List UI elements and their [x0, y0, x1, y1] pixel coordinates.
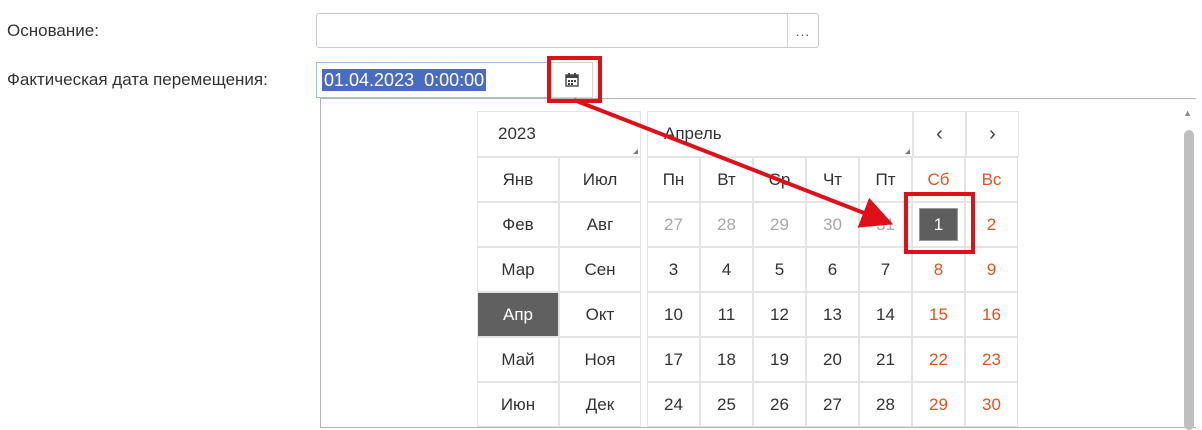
weekday-header: Пн [647, 157, 700, 202]
day-cell[interactable]: 11 [700, 292, 753, 337]
weekday-header: Сб [912, 157, 965, 202]
month-cell[interactable]: Фев [477, 202, 559, 247]
month-cell[interactable]: Окт [559, 292, 641, 337]
day-cell[interactable]: 28 [859, 382, 912, 427]
day-cell[interactable]: 28 [700, 202, 753, 247]
day-cell[interactable]: 21 [859, 337, 912, 382]
day-cell[interactable]: 16 [965, 292, 1018, 337]
day-cell[interactable]: 7 [859, 247, 912, 292]
weekday-header: Вт [700, 157, 753, 202]
day-cell[interactable]: 20 [806, 337, 859, 382]
date-value: 01.04.2023 0:00:00 [322, 69, 487, 91]
day-cell-selected[interactable]: 1 [912, 202, 965, 247]
chevron-left-icon: ‹ [936, 122, 943, 145]
day-cell[interactable]: 27 [806, 382, 859, 427]
day-cell[interactable]: 18 [700, 337, 753, 382]
scroll-up-icon[interactable]: ▲ [1183, 108, 1192, 118]
day-cell[interactable]: 29 [753, 202, 806, 247]
day-cell[interactable]: 17 [647, 337, 700, 382]
month-cell[interactable]: Мар [477, 247, 559, 292]
weekday-header: Чт [806, 157, 859, 202]
day-cell[interactable]: 19 [753, 337, 806, 382]
day-cell[interactable]: 8 [912, 247, 965, 292]
month-cell[interactable]: Июл [559, 157, 641, 202]
year-value: 2023 [498, 124, 536, 143]
calendar-button[interactable] [551, 62, 593, 98]
day-cell[interactable]: 22 [912, 337, 965, 382]
calendar-icon [565, 73, 579, 87]
day-cell[interactable]: 24 [647, 382, 700, 427]
year-selector[interactable]: 2023 [477, 111, 641, 157]
day-cell[interactable]: 27 [647, 202, 700, 247]
day-cell[interactable]: 2 [965, 202, 1018, 247]
weekday-header: Пт [859, 157, 912, 202]
month-cell[interactable]: Дек [559, 382, 641, 427]
day-cell[interactable]: 15 [912, 292, 965, 337]
day-cell[interactable]: 10 [647, 292, 700, 337]
weekday-header: Ср [753, 157, 806, 202]
day-cell[interactable]: 13 [806, 292, 859, 337]
year-dropdown-icon [633, 149, 638, 154]
day-cell[interactable]: 25 [700, 382, 753, 427]
day-cell[interactable]: 14 [859, 292, 912, 337]
month-cell[interactable]: Ноя [559, 337, 641, 382]
day-cell[interactable]: 5 [753, 247, 806, 292]
day-cell[interactable]: 30 [965, 382, 1018, 427]
day-cell[interactable]: 3 [647, 247, 700, 292]
day-cell[interactable]: 26 [753, 382, 806, 427]
day-cell[interactable]: 23 [965, 337, 1018, 382]
date-input[interactable]: 01.04.2023 0:00:00 [316, 62, 550, 98]
prev-month-button[interactable]: ‹ [913, 111, 966, 157]
month-cell[interactable]: Май [477, 337, 559, 382]
basis-label: Основание: [7, 21, 99, 40]
month-selector[interactable]: Апрель [647, 111, 913, 157]
day-cell[interactable]: 4 [700, 247, 753, 292]
day-cell[interactable]: 29 [912, 382, 965, 427]
month-cell[interactable]: Авг [559, 202, 641, 247]
day-cell[interactable]: 12 [753, 292, 806, 337]
next-month-button[interactable]: › [966, 111, 1019, 157]
month-cell[interactable]: Апр [477, 292, 559, 337]
month-cell[interactable]: Сен [559, 247, 641, 292]
day-cell[interactable]: 31 [859, 202, 912, 247]
day-cell[interactable]: 30 [806, 202, 859, 247]
weekday-header: Вс [965, 157, 1018, 202]
day-label: 1 [933, 214, 944, 234]
scrollbar-thumb[interactable] [1184, 130, 1194, 430]
date-label: Фактическая дата перемещения: [7, 70, 268, 89]
month-cell[interactable]: Июн [477, 382, 559, 427]
chevron-right-icon: › [989, 122, 996, 145]
month-dropdown-icon [905, 149, 910, 154]
day-cell[interactable]: 9 [965, 247, 1018, 292]
basis-field[interactable]: ... [316, 13, 819, 48]
basis-select-button[interactable]: ... [787, 14, 818, 47]
month-value: Апрель [664, 124, 722, 143]
month-cell[interactable]: Янв [477, 157, 559, 202]
day-cell[interactable]: 6 [806, 247, 859, 292]
